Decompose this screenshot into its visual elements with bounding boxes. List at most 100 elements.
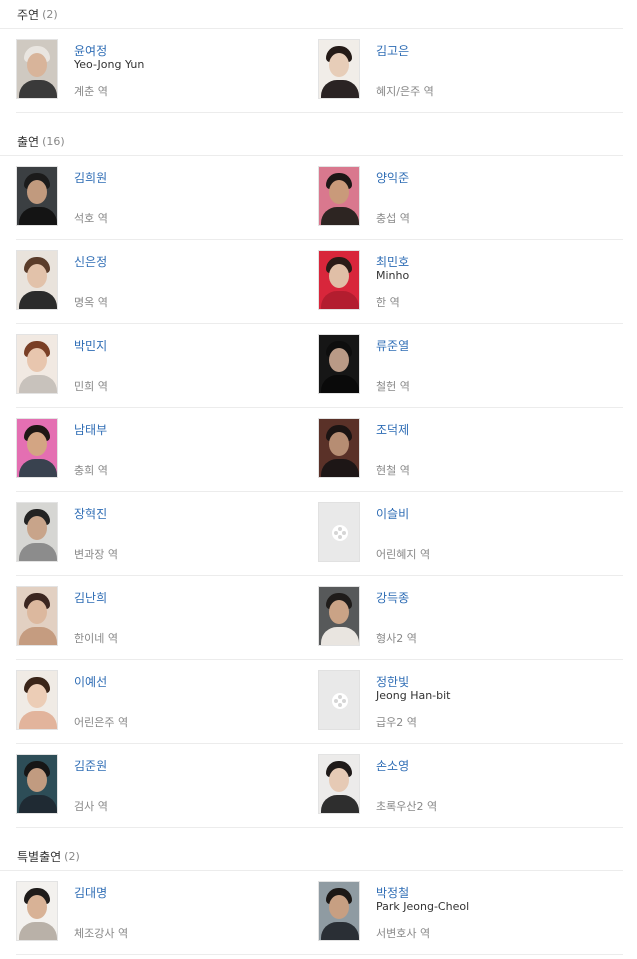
profile-photo[interactable]: [16, 166, 58, 226]
cast-info: 최민호 Minho 한 역: [376, 250, 623, 323]
cast-info: 이예선 어린은주 역: [74, 670, 318, 743]
photo-face: [329, 600, 349, 624]
actor-name-link[interactable]: 조덕제: [376, 423, 623, 437]
cast-member[interactable]: 윤여정 Yeo-Jong Yun 계춘 역: [16, 29, 318, 112]
actor-name-link[interactable]: 김준원: [74, 759, 318, 773]
cast-member[interactable]: 김희원석호 역: [16, 156, 318, 239]
role-name: 민희 역: [74, 380, 108, 393]
photo-face: [27, 600, 47, 624]
actor-name-link[interactable]: 김고은: [376, 44, 623, 58]
cast-member[interactable]: 강득종형사2 역: [318, 576, 623, 659]
cast-member[interactable]: 이슬비어린혜지 역: [318, 492, 623, 575]
cast-info: 남태부 충희 역: [74, 418, 318, 491]
profile-photo[interactable]: [16, 586, 58, 646]
actor-name-link[interactable]: 김희원: [74, 171, 318, 185]
photo-face: [329, 180, 349, 204]
cast-row: 김대명 체조강사 역 박정철 Park Jeong-Cheol 서변호사 역: [16, 871, 623, 955]
cast-member[interactable]: 박정철 Park Jeong-Cheol 서변호사 역: [318, 871, 623, 954]
cast-info: 장혁진 변과장 역: [74, 502, 318, 575]
cast-member[interactable]: 이예선 어린은주 역: [16, 660, 318, 743]
profile-photo[interactable]: [318, 334, 360, 394]
role-name: 석호 역: [74, 212, 108, 225]
cast-info: 신은정 명옥 역: [74, 250, 318, 323]
cast-member[interactable]: 최민호 Minho 한 역: [318, 240, 623, 323]
profile-photo[interactable]: [318, 166, 360, 226]
profile-photo[interactable]: [318, 881, 360, 941]
profile-photo[interactable]: [318, 418, 360, 478]
profile-photo[interactable]: [16, 881, 58, 941]
profile-photo[interactable]: [318, 250, 360, 310]
actor-name-link[interactable]: 양익준: [376, 171, 623, 185]
profile-photo[interactable]: [318, 586, 360, 646]
photo-face: [27, 432, 47, 456]
cast-member[interactable]: 정한빛 Jeong Han-bit 급우2 역: [318, 660, 623, 743]
cast-member[interactable]: 양익준 충섭 역: [318, 156, 623, 239]
actor-name-link[interactable]: 이예선: [74, 675, 318, 689]
actor-english-name: Park Jeong-Cheol: [376, 900, 470, 913]
cast-member[interactable]: 김준원 검사 역: [16, 744, 318, 827]
actor-english-name: Jeong Han-bit: [376, 689, 451, 702]
profile-photo[interactable]: [16, 418, 58, 478]
photo-face: [27, 516, 47, 540]
profile-photo[interactable]: [16, 502, 58, 562]
actor-english-name: Yeo-Jong Yun: [74, 58, 145, 71]
role-name: 어린혜지 역: [376, 548, 431, 561]
cast-row: 김희원 석호 역 양익준 충섭 역: [16, 156, 623, 240]
cast-member[interactable]: 남태부 충희 역: [16, 408, 318, 491]
cast-list: 주연 (2) 윤여정 Yeo-Jong Yun 계춘 역 김고은 혜지/은주 역 출연 (16)…: [0, 0, 637, 955]
actor-name-link[interactable]: 박정철: [376, 886, 623, 900]
actor-name-link[interactable]: 정한빛: [376, 675, 623, 689]
cast-member[interactable]: 신은정 명옥 역: [16, 240, 318, 323]
actor-name-link[interactable]: 손소영: [376, 759, 623, 773]
cast-member[interactable]: 류준열 철헌 역: [318, 324, 623, 407]
no-photo-placeholder[interactable]: [318, 502, 360, 562]
profile-photo[interactable]: [318, 39, 360, 99]
cast-info: 김난희 한이네 역: [74, 586, 318, 659]
role-name: 초록우산2 역: [376, 800, 438, 813]
role-name: 형사2 역: [376, 632, 417, 645]
cast-member[interactable]: 김난희 한이네 역: [16, 576, 318, 659]
cast-member[interactable]: 김대명 체조강사 역: [16, 871, 318, 954]
cast-member[interactable]: 김고은 혜지/은주 역: [318, 29, 623, 112]
film-reel-icon: [332, 693, 348, 709]
photo-body: [321, 80, 359, 98]
photo-body: [321, 795, 359, 813]
cast-info: 이슬비어린혜지 역: [376, 502, 623, 575]
profile-photo[interactable]: [16, 754, 58, 814]
profile-photo[interactable]: [16, 250, 58, 310]
cast-member[interactable]: 박민지민희 역: [16, 324, 318, 407]
photo-body: [19, 207, 57, 225]
film-reel-hole: [338, 703, 342, 707]
actor-name-link[interactable]: 류준열: [376, 339, 623, 353]
section-count: (2): [42, 7, 58, 21]
profile-photo[interactable]: [16, 670, 58, 730]
profile-photo[interactable]: [16, 334, 58, 394]
section-title: 출연: [17, 134, 40, 149]
cast-member[interactable]: 손소영초록우산2 역: [318, 744, 623, 827]
profile-photo[interactable]: [318, 754, 360, 814]
no-photo-placeholder[interactable]: [318, 670, 360, 730]
section-header: 특별출연 (2): [0, 842, 623, 871]
actor-name-link[interactable]: 박민지: [74, 339, 318, 353]
actor-name-link[interactable]: 남태부: [74, 423, 318, 437]
film-reel-hole: [342, 699, 346, 703]
actor-name-link[interactable]: 이슬비: [376, 507, 623, 521]
cast-member[interactable]: 장혁진 변과장 역: [16, 492, 318, 575]
cast-info: 박정철 Park Jeong-Cheol 서변호사 역: [376, 881, 623, 954]
photo-face: [329, 264, 349, 288]
actor-name-link[interactable]: 강득종: [376, 591, 623, 605]
cast-info: 류준열 철헌 역: [376, 334, 623, 407]
actor-name-link[interactable]: 윤여정: [74, 44, 318, 58]
actor-name-link[interactable]: 김대명: [74, 886, 318, 900]
profile-photo[interactable]: [16, 39, 58, 99]
photo-body: [19, 627, 57, 645]
cast-row: 남태부 충희 역 조덕제 현철 역: [16, 408, 623, 492]
actor-name-link[interactable]: 김난희: [74, 591, 318, 605]
actor-name-link[interactable]: 최민호: [376, 255, 623, 269]
actor-name-link[interactable]: 장혁진: [74, 507, 318, 521]
section-title: 특별출연: [17, 849, 62, 864]
actor-name-link[interactable]: 신은정: [74, 255, 318, 269]
film-reel-hole: [342, 531, 346, 535]
cast-member[interactable]: 조덕제 현철 역: [318, 408, 623, 491]
